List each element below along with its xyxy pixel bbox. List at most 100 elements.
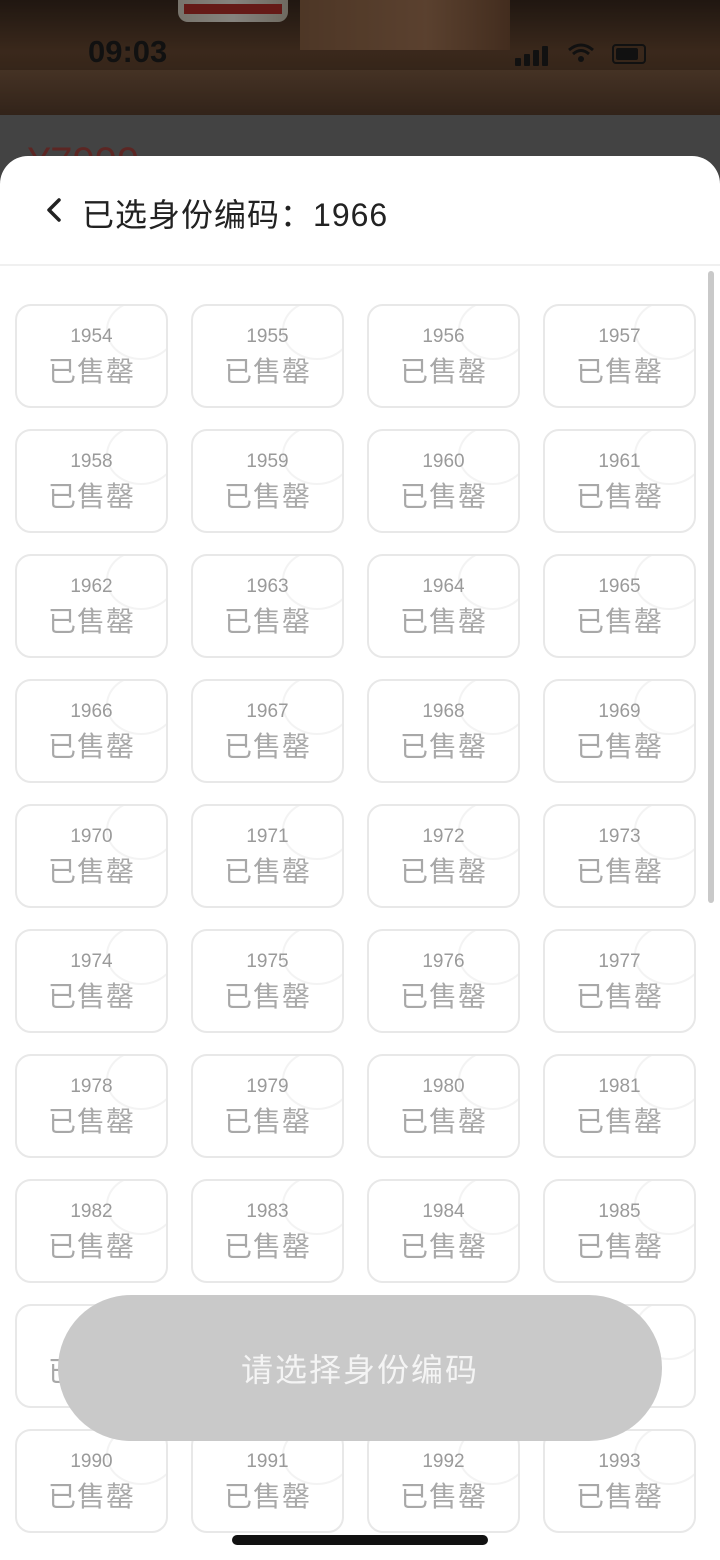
sold-out-label: 已售罄	[575, 355, 663, 388]
scrollbar[interactable]	[708, 271, 714, 903]
code-number: 1968	[422, 701, 465, 722]
sold-out-label: 已售罄	[399, 605, 487, 638]
code-cell[interactable]: 1968 已售罄	[367, 679, 520, 783]
sold-out-label: 已售罄	[47, 980, 135, 1013]
code-number: 1962	[70, 576, 113, 597]
code-cell[interactable]: 1969 已售罄	[543, 679, 696, 783]
code-number: 1977	[598, 951, 641, 972]
code-number: 1959	[246, 451, 289, 472]
sold-out-label: 已售罄	[223, 980, 311, 1013]
sold-out-label: 已售罄	[47, 355, 135, 388]
sold-out-label: 已售罄	[223, 730, 311, 763]
code-number: 1957	[598, 326, 641, 347]
sold-out-label: 已售罄	[399, 1105, 487, 1138]
code-cell[interactable]: 1967 已售罄	[191, 679, 344, 783]
sold-out-label: 已售罄	[47, 1105, 135, 1138]
code-number: 1954	[70, 326, 113, 347]
sold-out-label: 已售罄	[223, 855, 311, 888]
sheet-title-prefix: 已选身份编码：	[82, 196, 314, 234]
code-cell[interactable]: 1984 已售罄	[367, 1179, 520, 1283]
code-number: 1965	[598, 576, 641, 597]
code-cell[interactable]: 1966 已售罄	[15, 679, 168, 783]
code-number: 1958	[70, 451, 113, 472]
status-bar: 09:03	[0, 0, 720, 100]
code-cell[interactable]: 1977 已售罄	[543, 929, 696, 1033]
sold-out-label: 已售罄	[575, 1105, 663, 1138]
sheet-header: 已选身份编码：1966	[0, 156, 720, 266]
code-number: 1992	[422, 1451, 465, 1472]
sold-out-label: 已售罄	[223, 480, 311, 513]
sheet-title: 已选身份编码：1966	[82, 190, 388, 236]
home-indicator	[232, 1535, 488, 1545]
app-screen: ¥7999 09:03 已选身份编码：1966 1954已售罄1955已售罄19…	[0, 0, 720, 1560]
code-number: 1991	[246, 1451, 289, 1472]
code-number: 1976	[422, 951, 465, 972]
code-cell[interactable]: 1992 已售罄	[367, 1429, 520, 1533]
code-number: 1990	[70, 1451, 113, 1472]
code-cell[interactable]: 1959 已售罄	[191, 429, 344, 533]
code-number: 1982	[70, 1201, 113, 1222]
sold-out-label: 已售罄	[399, 855, 487, 888]
code-cell[interactable]: 1993 已售罄	[543, 1429, 696, 1533]
code-cell[interactable]: 1970 已售罄	[15, 804, 168, 908]
code-cell[interactable]: 1956 已售罄	[367, 304, 520, 408]
select-code-button[interactable]: 请选择身份编码	[58, 1295, 662, 1441]
code-number: 1955	[246, 326, 289, 347]
code-cell[interactable]: 1963 已售罄	[191, 554, 344, 658]
code-cell[interactable]: 1957 已售罄	[543, 304, 696, 408]
code-cell[interactable]: 1964 已售罄	[367, 554, 520, 658]
code-number: 1983	[246, 1201, 289, 1222]
sold-out-label: 已售罄	[47, 855, 135, 888]
code-cell[interactable]: 1983 已售罄	[191, 1179, 344, 1283]
sold-out-label: 已售罄	[575, 1480, 663, 1513]
sold-out-label: 已售罄	[575, 730, 663, 763]
code-number: 1981	[598, 1076, 641, 1097]
code-cell[interactable]: 1980 已售罄	[367, 1054, 520, 1158]
code-cell[interactable]: 1979 已售罄	[191, 1054, 344, 1158]
code-cell[interactable]: 1961 已售罄	[543, 429, 696, 533]
sold-out-label: 已售罄	[47, 480, 135, 513]
code-cell[interactable]: 1990 已售罄	[15, 1429, 168, 1533]
sold-out-label: 已售罄	[399, 730, 487, 763]
sold-out-label: 已售罄	[47, 1480, 135, 1513]
code-number: 1956	[422, 326, 465, 347]
status-time: 09:03	[88, 34, 168, 69]
sold-out-label: 已售罄	[399, 480, 487, 513]
code-cell[interactable]: 1975 已售罄	[191, 929, 344, 1033]
selected-code-value: 1966	[313, 197, 389, 233]
code-cell[interactable]: 1973 已售罄	[543, 804, 696, 908]
code-cell[interactable]: 1958 已售罄	[15, 429, 168, 533]
code-cell[interactable]: 1976 已售罄	[367, 929, 520, 1033]
code-number: 1979	[246, 1076, 289, 1097]
code-cell[interactable]: 1960 已售罄	[367, 429, 520, 533]
code-cell[interactable]: 1981 已售罄	[543, 1054, 696, 1158]
code-cell[interactable]: 1972 已售罄	[367, 804, 520, 908]
code-cell[interactable]: 1985 已售罄	[543, 1179, 696, 1283]
code-number: 1980	[422, 1076, 465, 1097]
sold-out-label: 已售罄	[223, 1105, 311, 1138]
code-number: 1973	[598, 826, 641, 847]
code-cell[interactable]: 1982 已售罄	[15, 1179, 168, 1283]
code-number: 1984	[422, 1201, 465, 1222]
back-chevron-icon[interactable]	[42, 196, 66, 224]
sold-out-label: 已售罄	[47, 605, 135, 638]
code-cell[interactable]: 1955 已售罄	[191, 304, 344, 408]
code-cell[interactable]: 1965 已售罄	[543, 554, 696, 658]
sold-out-label: 已售罄	[575, 855, 663, 888]
code-number: 1963	[246, 576, 289, 597]
sold-out-label: 已售罄	[223, 605, 311, 638]
sold-out-label: 已售罄	[399, 1230, 487, 1263]
code-number: 1970	[70, 826, 113, 847]
code-number: 1971	[246, 826, 289, 847]
code-number: 1978	[70, 1076, 113, 1097]
sold-out-label: 已售罄	[399, 980, 487, 1013]
code-cell[interactable]: 1971 已售罄	[191, 804, 344, 908]
code-cell[interactable]: 1978 已售罄	[15, 1054, 168, 1158]
code-cell[interactable]: 1991 已售罄	[191, 1429, 344, 1533]
sold-out-label: 已售罄	[399, 355, 487, 388]
code-number: 1969	[598, 701, 641, 722]
code-cell[interactable]: 1974 已售罄	[15, 929, 168, 1033]
code-number: 1974	[70, 951, 113, 972]
code-cell[interactable]: 1962 已售罄	[15, 554, 168, 658]
code-cell[interactable]: 1954 已售罄	[15, 304, 168, 408]
